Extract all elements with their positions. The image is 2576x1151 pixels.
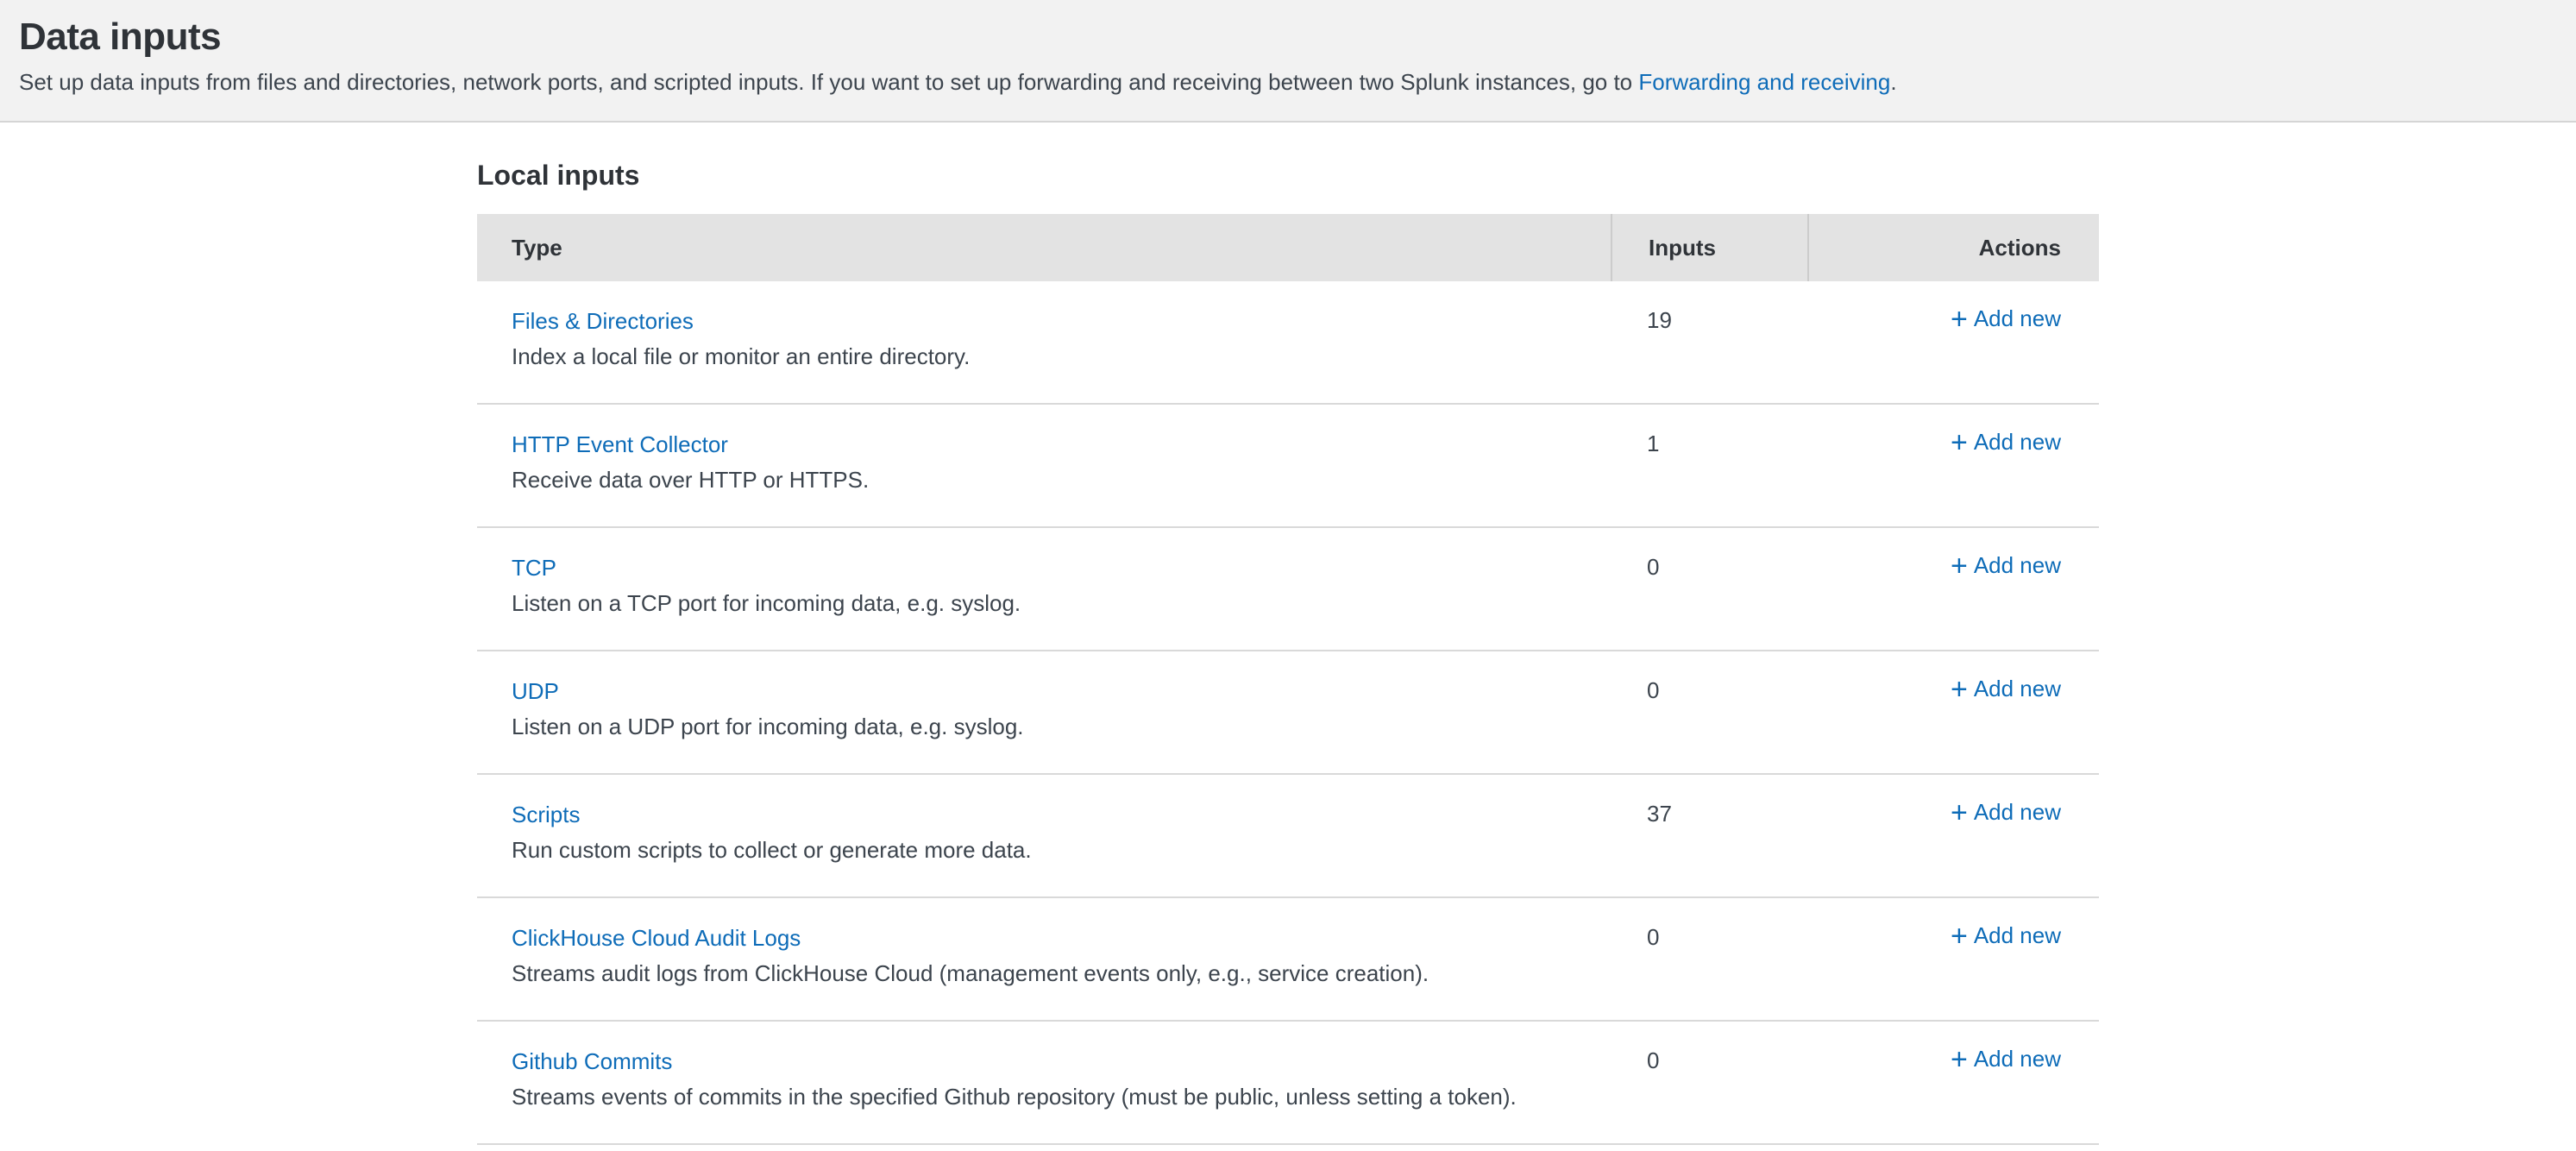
input-count: 0: [1611, 1022, 1807, 1143]
input-type-link[interactable]: ClickHouse Cloud Audit Logs: [512, 924, 801, 952]
table-row-files-directories: Files & Directories Index a local file o…: [477, 281, 2099, 405]
input-count: 1: [1611, 405, 1807, 526]
add-new-button[interactable]: +Add new: [1951, 676, 2061, 701]
actions-cell: +Add new: [1807, 528, 2099, 650]
table-row-http-event-collector: HTTP Event Collector Receive data over H…: [477, 405, 2099, 528]
add-new-label: Add new: [1974, 676, 2061, 701]
add-new-button[interactable]: +Add new: [1951, 429, 2061, 455]
column-header-type: Type: [477, 214, 1611, 281]
local-inputs-table: Type Inputs Actions Files & Directories …: [477, 214, 2099, 1145]
actions-cell: +Add new: [1807, 281, 2099, 403]
type-cell: TCP Listen on a TCP port for incoming da…: [477, 528, 1611, 650]
type-cell: HTTP Event Collector Receive data over H…: [477, 405, 1611, 526]
input-count: 0: [1611, 651, 1807, 773]
input-count: 0: [1611, 898, 1807, 1020]
input-type-description: Streams audit logs from ClickHouse Cloud…: [512, 959, 1593, 987]
input-type-description: Listen on a TCP port for incoming data, …: [512, 589, 1593, 617]
input-type-link[interactable]: Scripts: [512, 801, 580, 828]
add-new-label: Add new: [1974, 552, 2061, 578]
add-new-button[interactable]: +Add new: [1951, 922, 2061, 948]
add-new-label: Add new: [1974, 799, 2061, 825]
input-count: 0: [1611, 528, 1807, 650]
input-type-link[interactable]: UDP: [512, 677, 559, 705]
add-new-button[interactable]: +Add new: [1951, 305, 2061, 331]
column-header-actions: Actions: [1807, 214, 2099, 281]
local-inputs-heading: Local inputs: [477, 159, 2099, 192]
input-type-description: Run custom scripts to collect or generat…: [512, 836, 1593, 864]
main-content: Local inputs Type Inputs Actions Files &…: [477, 159, 2099, 1145]
column-header-inputs: Inputs: [1611, 214, 1807, 281]
input-type-link[interactable]: Github Commits: [512, 1047, 672, 1075]
type-cell: Github Commits Streams events of commits…: [477, 1022, 1611, 1143]
forwarding-and-receiving-link[interactable]: Forwarding and receiving: [1638, 69, 1890, 95]
table-row-scripts: Scripts Run custom scripts to collect or…: [477, 775, 2099, 898]
table-row-clickhouse-cloud-audit-logs: ClickHouse Cloud Audit Logs Streams audi…: [477, 898, 2099, 1022]
add-new-button[interactable]: +Add new: [1951, 552, 2061, 578]
plus-icon: +: [1951, 921, 1968, 951]
input-type-link[interactable]: TCP: [512, 554, 556, 582]
plus-icon: +: [1951, 798, 1968, 827]
table-row-tcp: TCP Listen on a TCP port for incoming da…: [477, 528, 2099, 651]
add-new-label: Add new: [1974, 1046, 2061, 1072]
actions-cell: +Add new: [1807, 775, 2099, 896]
input-count: 37: [1611, 775, 1807, 896]
table-row-github-commits: Github Commits Streams events of commits…: [477, 1022, 2099, 1145]
page-header: Data inputs Set up data inputs from file…: [0, 0, 2576, 123]
actions-cell: +Add new: [1807, 651, 2099, 773]
add-new-label: Add new: [1974, 429, 2061, 455]
plus-icon: +: [1951, 428, 1968, 457]
type-cell: UDP Listen on a UDP port for incoming da…: [477, 651, 1611, 773]
input-type-description: Receive data over HTTP or HTTPS.: [512, 466, 1593, 494]
type-cell: Files & Directories Index a local file o…: [477, 281, 1611, 403]
actions-cell: +Add new: [1807, 405, 2099, 526]
table-row-udp: UDP Listen on a UDP port for incoming da…: [477, 651, 2099, 775]
add-new-button[interactable]: +Add new: [1951, 1046, 2061, 1072]
data-inputs-page: Data inputs Set up data inputs from file…: [0, 0, 2576, 1145]
actions-cell: +Add new: [1807, 1022, 2099, 1143]
type-cell: ClickHouse Cloud Audit Logs Streams audi…: [477, 898, 1611, 1020]
page-subtitle: Set up data inputs from files and direct…: [19, 68, 2555, 97]
input-count: 19: [1611, 281, 1807, 403]
plus-icon: +: [1951, 1045, 1968, 1074]
page-title: Data inputs: [19, 14, 2555, 60]
actions-cell: +Add new: [1807, 898, 2099, 1020]
subtitle-period: .: [1890, 69, 1896, 95]
input-type-link[interactable]: Files & Directories: [512, 307, 694, 335]
type-cell: Scripts Run custom scripts to collect or…: [477, 775, 1611, 896]
add-new-label: Add new: [1974, 922, 2061, 948]
table-header-row: Type Inputs Actions: [477, 214, 2099, 281]
add-new-label: Add new: [1974, 305, 2061, 331]
plus-icon: +: [1951, 305, 1968, 334]
input-type-description: Streams events of commits in the specifi…: [512, 1083, 1593, 1110]
input-type-link[interactable]: HTTP Event Collector: [512, 431, 728, 458]
plus-icon: +: [1951, 675, 1968, 704]
subtitle-text: Set up data inputs from files and direct…: [19, 69, 1638, 95]
plus-icon: +: [1951, 551, 1968, 581]
input-type-description: Index a local file or monitor an entire …: [512, 343, 1593, 370]
input-type-description: Listen on a UDP port for incoming data, …: [512, 713, 1593, 740]
add-new-button[interactable]: +Add new: [1951, 799, 2061, 825]
